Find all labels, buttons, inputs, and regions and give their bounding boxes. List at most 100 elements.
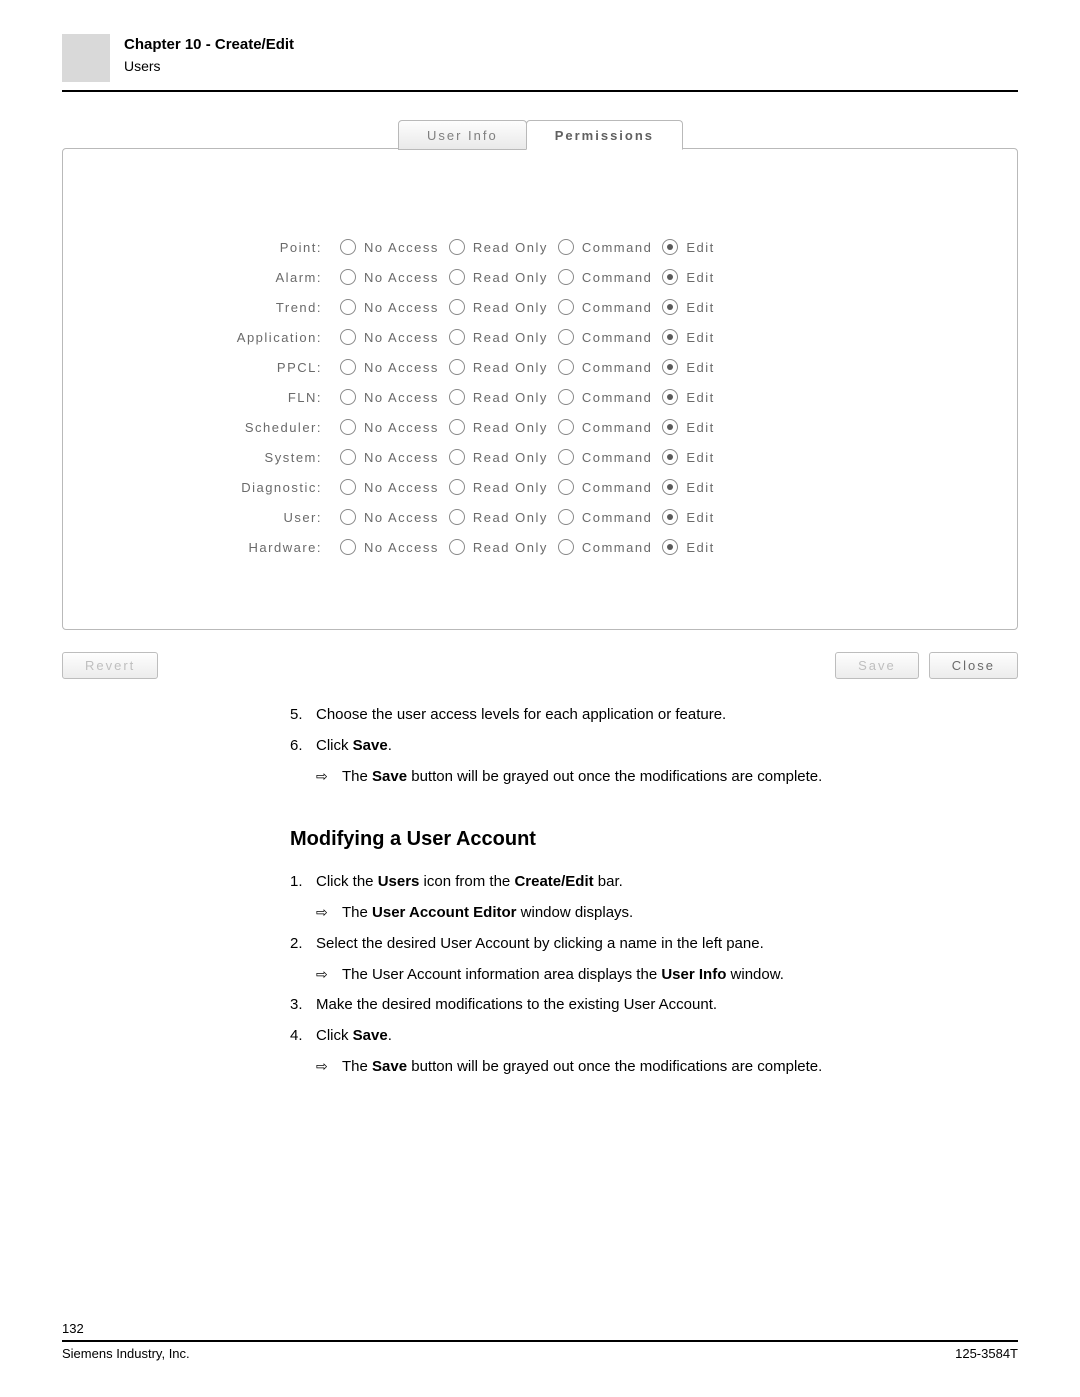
permission-option-na[interactable]: No Access	[340, 419, 441, 435]
permission-option-cmd[interactable]: Command	[558, 449, 654, 465]
radio-icon[interactable]	[340, 269, 356, 285]
permission-option-cmd[interactable]: Command	[558, 299, 654, 315]
radio-icon[interactable]	[340, 299, 356, 315]
permission-option-na[interactable]: No Access	[340, 359, 441, 375]
radio-icon[interactable]	[340, 389, 356, 405]
radio-icon[interactable]	[449, 329, 465, 345]
radio-icon[interactable]	[449, 239, 465, 255]
permission-option-ro[interactable]: Read Only	[449, 329, 550, 345]
radio-icon[interactable]	[558, 269, 574, 285]
option-label: No Access	[364, 300, 439, 315]
radio-icon[interactable]	[558, 539, 574, 555]
radio-icon[interactable]	[558, 479, 574, 495]
radio-icon[interactable]	[662, 269, 678, 285]
permission-option-ed[interactable]: Edit	[662, 539, 716, 555]
radio-icon[interactable]	[449, 479, 465, 495]
option-label: Command	[582, 330, 652, 345]
radio-icon[interactable]	[662, 449, 678, 465]
permission-option-ed[interactable]: Edit	[662, 389, 716, 405]
permission-option-cmd[interactable]: Command	[558, 269, 654, 285]
radio-icon[interactable]	[662, 299, 678, 315]
permission-option-ro[interactable]: Read Only	[449, 509, 550, 525]
radio-icon[interactable]	[449, 419, 465, 435]
radio-icon[interactable]	[340, 449, 356, 465]
permission-option-ed[interactable]: Edit	[662, 329, 716, 345]
radio-icon[interactable]	[449, 359, 465, 375]
permission-option-ro[interactable]: Read Only	[449, 239, 550, 255]
radio-icon[interactable]	[449, 299, 465, 315]
permission-option-ed[interactable]: Edit	[662, 479, 716, 495]
permission-option-na[interactable]: No Access	[340, 539, 441, 555]
permission-option-ro[interactable]: Read Only	[449, 449, 550, 465]
close-button[interactable]: Close	[929, 652, 1018, 679]
option-label: Edit	[686, 390, 714, 405]
permission-option-ro[interactable]: Read Only	[449, 299, 550, 315]
option-label: Read Only	[473, 240, 548, 255]
permission-option-ro[interactable]: Read Only	[449, 359, 550, 375]
permission-option-na[interactable]: No Access	[340, 449, 441, 465]
radio-icon[interactable]	[558, 299, 574, 315]
permission-option-na[interactable]: No Access	[340, 299, 441, 315]
permission-option-cmd[interactable]: Command	[558, 539, 654, 555]
permission-option-na[interactable]: No Access	[340, 269, 441, 285]
permission-option-ed[interactable]: Edit	[662, 269, 716, 285]
radio-icon[interactable]	[558, 329, 574, 345]
permission-option-ro[interactable]: Read Only	[449, 269, 550, 285]
permission-option-ro[interactable]: Read Only	[449, 539, 550, 555]
radio-icon[interactable]	[340, 479, 356, 495]
radio-icon[interactable]	[449, 269, 465, 285]
radio-icon[interactable]	[340, 539, 356, 555]
permission-option-ed[interactable]: Edit	[662, 299, 716, 315]
permission-option-cmd[interactable]: Command	[558, 419, 654, 435]
chapter-subtitle: Users	[124, 56, 294, 76]
radio-icon[interactable]	[662, 329, 678, 345]
radio-icon[interactable]	[449, 539, 465, 555]
permissions-panel: Point:No AccessRead OnlyCommandEditAlarm…	[62, 148, 1018, 630]
radio-icon[interactable]	[340, 359, 356, 375]
radio-icon[interactable]	[558, 509, 574, 525]
permission-option-na[interactable]: No Access	[340, 239, 441, 255]
permission-option-ro[interactable]: Read Only	[449, 479, 550, 495]
option-label: Edit	[686, 360, 714, 375]
radio-icon[interactable]	[662, 479, 678, 495]
radio-icon[interactable]	[662, 509, 678, 525]
radio-icon[interactable]	[558, 449, 574, 465]
permission-option-na[interactable]: No Access	[340, 509, 441, 525]
permission-option-cmd[interactable]: Command	[558, 389, 654, 405]
radio-icon[interactable]	[558, 419, 574, 435]
permission-option-na[interactable]: No Access	[340, 329, 441, 345]
permission-option-na[interactable]: No Access	[340, 389, 441, 405]
radio-icon[interactable]	[340, 239, 356, 255]
radio-icon[interactable]	[449, 389, 465, 405]
revert-button[interactable]: Revert	[62, 652, 158, 679]
radio-icon[interactable]	[558, 389, 574, 405]
radio-icon[interactable]	[449, 449, 465, 465]
permission-option-na[interactable]: No Access	[340, 479, 441, 495]
permission-option-ro[interactable]: Read Only	[449, 419, 550, 435]
permission-option-ed[interactable]: Edit	[662, 419, 716, 435]
radio-icon[interactable]	[449, 509, 465, 525]
tab-permissions[interactable]: Permissions	[526, 120, 683, 150]
radio-icon[interactable]	[340, 509, 356, 525]
permission-option-cmd[interactable]: Command	[558, 239, 654, 255]
radio-icon[interactable]	[558, 239, 574, 255]
radio-icon[interactable]	[662, 539, 678, 555]
radio-icon[interactable]	[662, 239, 678, 255]
radio-icon[interactable]	[662, 359, 678, 375]
permission-option-ed[interactable]: Edit	[662, 359, 716, 375]
radio-icon[interactable]	[340, 329, 356, 345]
permission-option-cmd[interactable]: Command	[558, 359, 654, 375]
tab-user-info[interactable]: User Info	[398, 120, 527, 150]
permission-option-ed[interactable]: Edit	[662, 449, 716, 465]
permission-option-cmd[interactable]: Command	[558, 479, 654, 495]
permission-option-ro[interactable]: Read Only	[449, 389, 550, 405]
radio-icon[interactable]	[340, 419, 356, 435]
radio-icon[interactable]	[558, 359, 574, 375]
permission-option-cmd[interactable]: Command	[558, 509, 654, 525]
radio-icon[interactable]	[662, 389, 678, 405]
permission-option-ed[interactable]: Edit	[662, 509, 716, 525]
permission-option-cmd[interactable]: Command	[558, 329, 654, 345]
save-button[interactable]: Save	[835, 652, 919, 679]
radio-icon[interactable]	[662, 419, 678, 435]
permission-option-ed[interactable]: Edit	[662, 239, 716, 255]
